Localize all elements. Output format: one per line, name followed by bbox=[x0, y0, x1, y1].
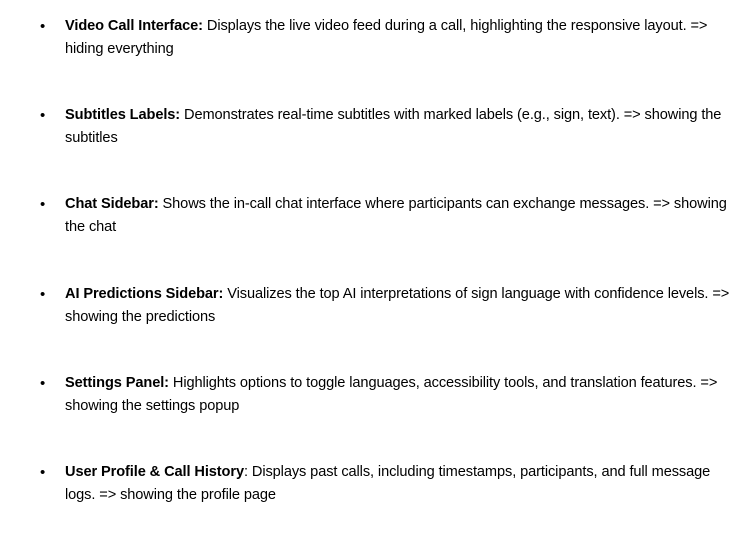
document-page: • Video Call Interface: Displays the liv… bbox=[0, 0, 737, 545]
list-item-title: Chat Sidebar: bbox=[65, 196, 159, 212]
list-item-title: AI Predictions Sidebar: bbox=[65, 286, 224, 302]
bullet-icon: • bbox=[40, 107, 46, 124]
bullet-icon: • bbox=[40, 196, 46, 213]
bullet-icon: • bbox=[40, 18, 46, 35]
list-item-title: Video Call Interface: bbox=[65, 18, 203, 34]
list-item-title: Settings Panel: bbox=[65, 375, 169, 391]
list-item-body: Shows the in-call chat interface where p… bbox=[65, 196, 727, 235]
list-item-title: User Profile & Call History bbox=[65, 464, 244, 480]
list-item-text: Subtitles Labels: Demonstrates real-time… bbox=[65, 104, 737, 150]
list-item-text: Video Call Interface: Displays the live … bbox=[65, 15, 737, 61]
list-item-text: Settings Panel: Highlights options to to… bbox=[65, 372, 737, 418]
bullet-icon: • bbox=[40, 464, 46, 481]
bullet-icon: • bbox=[40, 286, 46, 303]
list-item-text: AI Predictions Sidebar: Visualizes the t… bbox=[65, 283, 737, 329]
list-item-text: User Profile & Call History: Displays pa… bbox=[65, 461, 737, 507]
list-item-title: Subtitles Labels: bbox=[65, 107, 181, 123]
list-item-text: Chat Sidebar: Shows the in-call chat int… bbox=[65, 193, 737, 239]
bullet-icon: • bbox=[40, 375, 46, 392]
